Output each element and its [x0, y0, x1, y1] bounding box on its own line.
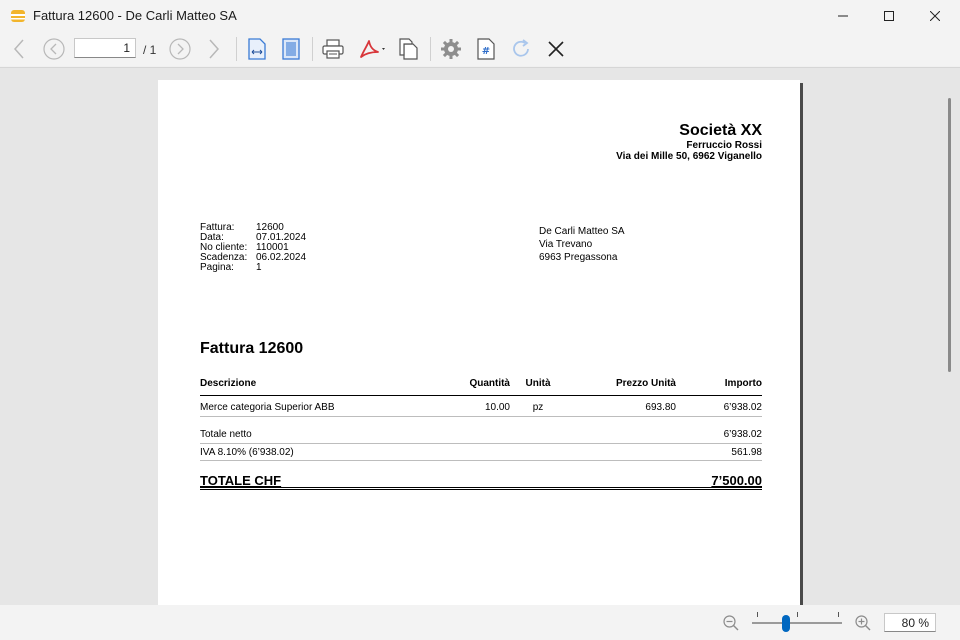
recipient-line: De Carli Matteo SA — [539, 226, 625, 237]
pdf-icon — [360, 40, 385, 58]
prev-page-button[interactable] — [42, 37, 66, 61]
toolbar-separator — [312, 37, 313, 61]
row-rule — [200, 416, 762, 417]
back-button[interactable] — [8, 37, 30, 61]
company-address: Via dei Mille 50, 6962 Viganello — [616, 151, 762, 162]
maximize-button[interactable] — [866, 0, 912, 32]
grand-total-amount: 7’500.00 — [711, 473, 762, 488]
prev-page-icon — [43, 38, 65, 60]
app-icon — [11, 10, 25, 22]
toolbar-separator — [236, 37, 237, 61]
minimize-icon — [838, 15, 848, 17]
page-number-input[interactable] — [74, 38, 136, 58]
copy-button[interactable] — [395, 36, 421, 62]
fit-page-icon — [282, 38, 300, 60]
status-bar: 80 % — [0, 605, 960, 640]
zoom-in-icon — [855, 615, 871, 631]
maximize-icon — [884, 11, 894, 21]
recipient-address: De Carli Matteo SA Via Trevano 6963 Preg… — [539, 225, 625, 264]
svg-text:#: # — [482, 46, 490, 57]
forward-button[interactable] — [203, 37, 225, 61]
document-viewer[interactable]: Società XX Ferruccio Rossi Via dei Mille… — [0, 67, 960, 607]
row-rule — [200, 460, 762, 461]
scrollbar-thumb[interactable] — [948, 98, 951, 372]
document-number-icon: # — [477, 38, 495, 60]
refresh-icon — [513, 39, 529, 57]
title-bar: Fattura 12600 - De Carli Matteo SA — [0, 0, 960, 32]
net-total-amount: 6’938.02 — [723, 429, 762, 440]
close-window-button[interactable] — [912, 0, 958, 32]
company-contact: Ferruccio Rossi — [686, 140, 762, 151]
refresh-button[interactable] — [508, 36, 534, 62]
close-icon — [930, 11, 940, 21]
zoom-out-button[interactable] — [720, 612, 742, 634]
zoom-slider[interactable] — [752, 622, 842, 624]
settings-button[interactable] — [438, 36, 464, 62]
info-row: Pagina: 1 — [200, 263, 306, 273]
info-value: 1 — [256, 262, 262, 273]
info-label: Pagina: — [200, 262, 234, 273]
column-header: Unità — [525, 378, 551, 389]
zoom-slider-thumb[interactable] — [782, 615, 791, 632]
row-rule — [200, 443, 762, 444]
vat-amount: 561.98 — [731, 447, 762, 458]
slider-tick — [757, 612, 758, 617]
item-price: 693.80 — [645, 402, 676, 413]
invoice-page: Società XX Ferruccio Rossi Via dei Mille… — [158, 80, 800, 606]
invoice-info: Fattura: 12600 Data: 07.01.2024 No cliente… — [200, 223, 306, 273]
vat-label: IVA 8.10% (6’938.02) — [200, 447, 294, 458]
recipient-line: 6963 Pregassona — [539, 252, 618, 263]
print-button[interactable] — [320, 36, 346, 62]
item-unit: pz — [532, 402, 544, 413]
toolbar-separator — [430, 37, 431, 61]
header-rule — [200, 395, 762, 396]
zoom-out-icon — [723, 615, 739, 631]
forward-arrow-icon — [209, 39, 220, 59]
column-header: Importo — [724, 378, 762, 389]
recipient-line: Via Trevano — [539, 239, 593, 250]
next-page-icon — [169, 38, 191, 60]
table-header: Descrizione Quantità Unità Prezzo Unità … — [200, 378, 762, 395]
window-title: Fattura 12600 - De Carli Matteo SA — [33, 8, 237, 23]
next-page-button[interactable] — [168, 37, 192, 61]
close-icon — [548, 41, 564, 57]
column-header: Prezzo Unità — [615, 378, 676, 389]
item-quantity: 10.00 — [484, 402, 510, 413]
info-value: 06.02.2024 — [256, 252, 307, 263]
item-description: Merce categoria Superior ABB — [200, 402, 335, 413]
grand-total-row: TOTALE CHF 7’500.00 — [200, 473, 762, 488]
fit-width-icon — [248, 38, 266, 60]
settings-icon — [441, 39, 461, 59]
document-number-button[interactable]: # — [473, 36, 499, 62]
toolbar: / 1 # — [0, 32, 960, 66]
fit-page-button[interactable] — [278, 36, 304, 62]
table-row: Merce categoria Superior ABB 10.00 pz 69… — [200, 402, 762, 414]
total-rule — [200, 487, 762, 488]
minimize-button[interactable] — [820, 0, 866, 32]
back-arrow-icon — [13, 39, 24, 59]
slider-tick — [838, 612, 839, 617]
copy-icon — [399, 38, 418, 60]
zoom-in-button[interactable] — [852, 612, 874, 634]
export-pdf-button[interactable] — [355, 36, 391, 62]
vat-row: IVA 8.10% (6’938.02) 561.98 — [200, 447, 762, 459]
grand-total-label: TOTALE CHF — [200, 473, 282, 488]
slider-tick — [797, 612, 798, 617]
page-total: / 1 — [143, 43, 157, 57]
company-name: Società XX — [679, 122, 762, 139]
net-total-row: Totale netto 6’938.02 — [200, 429, 762, 441]
invoice-title: Fattura 12600 — [200, 340, 304, 357]
close-preview-button[interactable] — [543, 36, 569, 62]
company-header: Società XX Ferruccio Rossi Via dei Mille… — [616, 122, 762, 162]
column-header: Descrizione — [200, 378, 257, 389]
item-amount: 6’938.02 — [723, 402, 762, 413]
net-total-label: Totale netto — [200, 429, 252, 440]
fit-width-button[interactable] — [244, 36, 270, 62]
zoom-level-field[interactable]: 80 % — [884, 613, 936, 632]
column-header: Quantità — [469, 378, 510, 389]
total-rule — [200, 489, 762, 490]
print-icon — [322, 39, 344, 59]
